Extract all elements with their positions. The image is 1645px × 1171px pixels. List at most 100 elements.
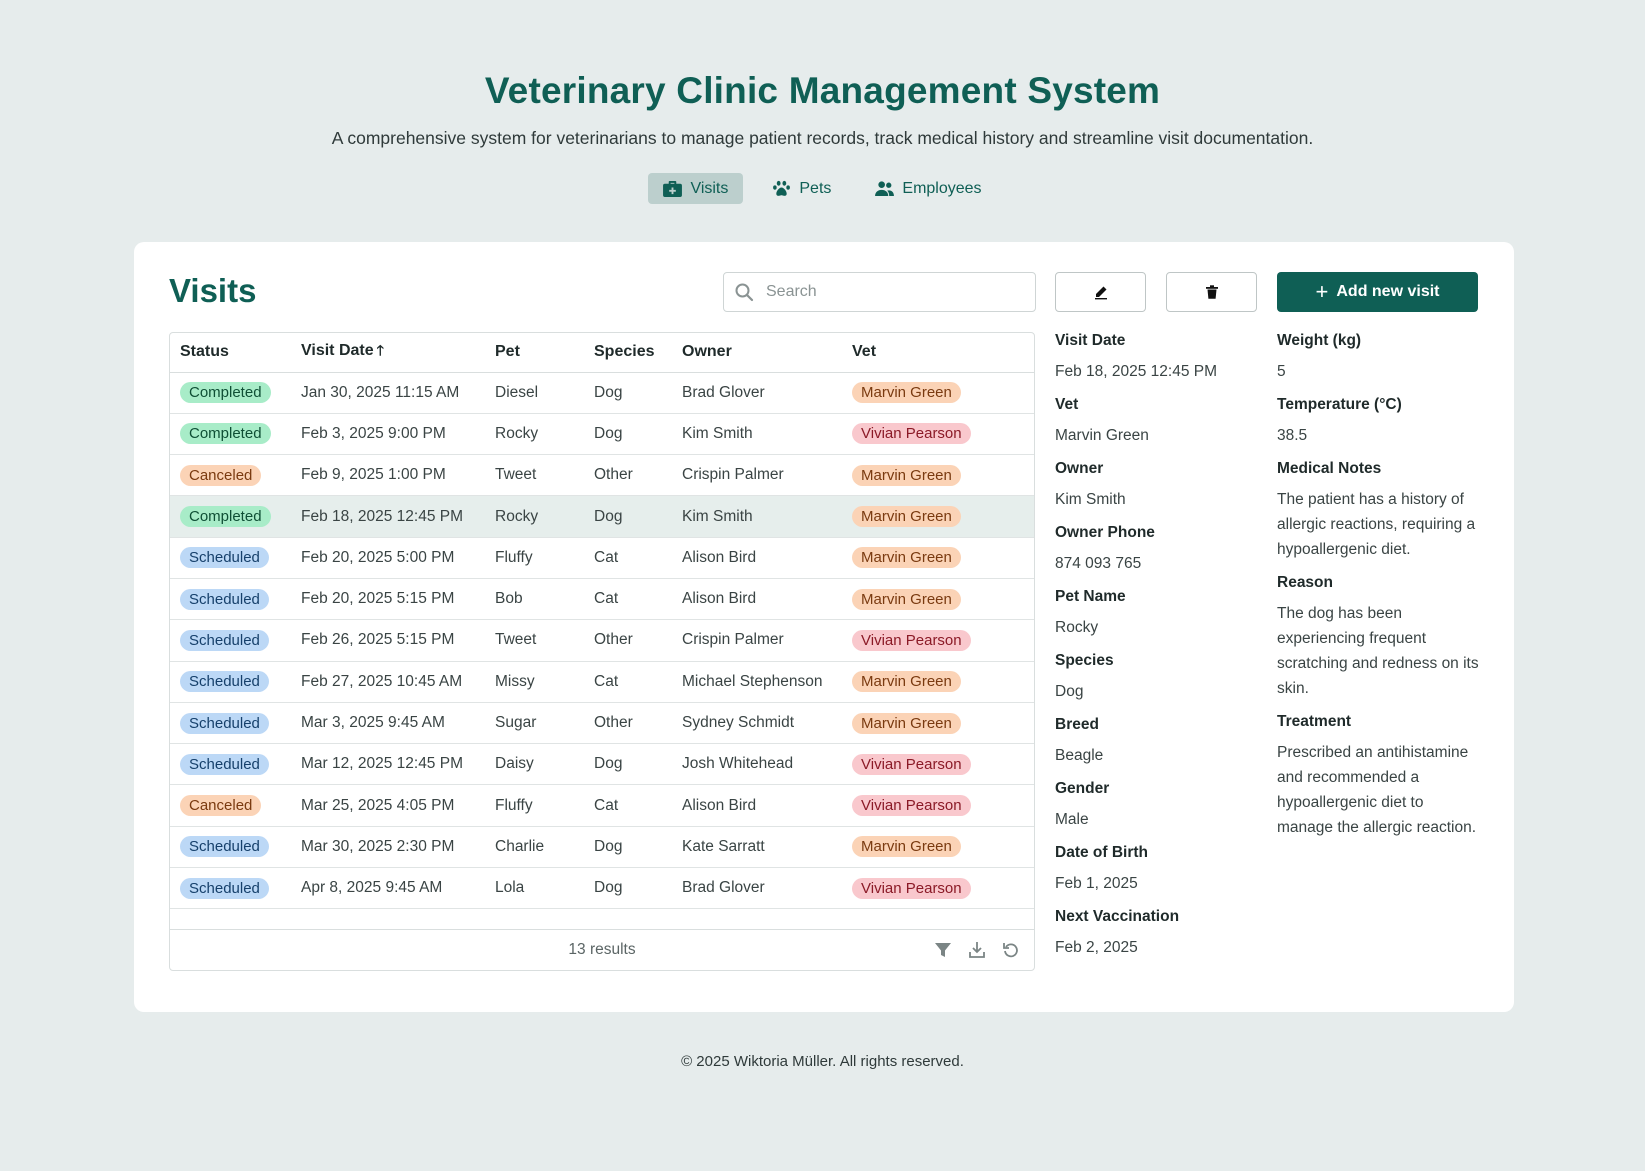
cell-owner: Kate Sarratt <box>672 826 842 869</box>
cell-visit-date: Feb 3, 2025 9:00 PM <box>291 413 485 456</box>
table-row[interactable]: Scheduled Feb 26, 2025 5:15 PM Tweet Other C… <box>170 619 1034 662</box>
column-header-owner[interactable]: Owner <box>672 333 842 373</box>
cell-pet: Missy <box>485 661 584 703</box>
cell-visit-date: Feb 27, 2025 10:45 AM <box>291 661 485 703</box>
table-row[interactable]: Completed Feb 3, 2025 9:00 PM Rocky Dog Kim … <box>170 413 1034 456</box>
table-row[interactable]: Scheduled Mar 12, 2025 12:45 PM Daisy Dog Jo… <box>170 743 1034 786</box>
cell-pet: Rocky <box>485 413 584 456</box>
detail-value: Feb 18, 2025 12:45 PM <box>1055 363 1218 380</box>
nav-item-employees[interactable]: Employees <box>860 173 996 204</box>
download-icon[interactable] <box>968 941 986 959</box>
results-count: 13 results <box>568 941 636 958</box>
detail-label: Pet Name <box>1055 588 1126 605</box>
table-row[interactable]: Scheduled Apr 8, 2025 9:45 AM Lola Dog Brad … <box>170 867 1034 910</box>
cell-vet: Marvin Green <box>842 702 1034 745</box>
cell-pet: Lola <box>485 867 584 910</box>
detail-value: Feb 1, 2025 <box>1055 875 1138 892</box>
table-row[interactable]: Canceled Mar 25, 2025 4:05 PM Fluffy Cat Ali… <box>170 784 1034 827</box>
detail-label: Vet <box>1055 396 1079 413</box>
status-badge: Scheduled <box>180 712 269 734</box>
table-row[interactable]: Scheduled Feb 27, 2025 10:45 AM Missy Cat Mi… <box>170 661 1034 703</box>
cell-vet: Vivian Pearson <box>842 784 1034 827</box>
column-header-visit-date[interactable]: Visit Date 🡑 <box>291 333 485 373</box>
cell-pet: Fluffy <box>485 784 584 827</box>
detail-label: Breed <box>1055 716 1099 733</box>
users-icon <box>875 181 895 197</box>
search-icon <box>735 283 754 302</box>
detail-label: Date of Birth <box>1055 844 1148 861</box>
search-box[interactable] <box>723 272 1036 312</box>
edit-button[interactable] <box>1055 272 1146 312</box>
cell-species: Dog <box>584 826 672 869</box>
cell-vet: Marvin Green <box>842 578 1034 621</box>
status-badge: Scheduled <box>180 753 269 775</box>
cell-pet: Daisy <box>485 743 584 786</box>
table-row[interactable]: Canceled Feb 9, 2025 1:00 PM Tweet Other Cri… <box>170 454 1034 497</box>
vet-badge: Vivian Pearson <box>852 423 971 445</box>
visit-details-primary: Visit Date Feb 18, 2025 12:45 PM Vet Marvin… <box>1055 332 1255 972</box>
status-badge: Completed <box>180 506 271 528</box>
cell-vet: Marvin Green <box>842 826 1034 869</box>
cell-pet: Sugar <box>485 702 584 745</box>
delete-button[interactable] <box>1166 272 1257 312</box>
vet-badge: Marvin Green <box>852 506 961 528</box>
nav-item-visits[interactable]: Visits <box>648 173 744 204</box>
cell-owner: Brad Glover <box>672 372 842 414</box>
cell-status: Scheduled <box>170 537 291 579</box>
cell-owner: Michael Stephenson <box>672 661 842 703</box>
sort-ascending-icon: 🡑 <box>376 342 384 359</box>
detail-value: Feb 2, 2025 <box>1055 939 1138 956</box>
filter-icon[interactable] <box>934 941 952 959</box>
plus-icon: + <box>1315 279 1329 304</box>
search-input[interactable] <box>766 283 1016 301</box>
cell-visit-date: Jan 30, 2025 11:15 AM <box>291 372 485 414</box>
table-row[interactable]: Scheduled Feb 20, 2025 5:00 PM Fluffy Cat Al… <box>170 537 1034 579</box>
cell-owner: Kim Smith <box>672 495 842 538</box>
cell-visit-date: Mar 30, 2025 2:30 PM <box>291 826 485 869</box>
reset-icon[interactable] <box>1002 941 1020 959</box>
detail-label: Gender <box>1055 780 1110 797</box>
nav-label: Employees <box>902 179 982 197</box>
cell-status: Scheduled <box>170 661 291 703</box>
detail-label: Owner <box>1055 460 1104 477</box>
column-header-pet[interactable]: Pet <box>485 333 584 373</box>
status-badge: Scheduled <box>180 877 269 899</box>
cell-vet: Vivian Pearson <box>842 413 1034 456</box>
cell-vet: Marvin Green <box>842 372 1034 414</box>
nav-item-pets[interactable]: Pets <box>757 173 846 204</box>
table-row[interactable]: Completed Feb 18, 2025 12:45 PM Rocky Dog Ki… <box>170 495 1034 538</box>
table-row[interactable]: Scheduled Feb 20, 2025 5:15 PM Bob Cat Aliso… <box>170 578 1034 621</box>
column-header-status[interactable]: Status <box>170 333 291 373</box>
cell-visit-date: Feb 20, 2025 5:00 PM <box>291 537 485 579</box>
cell-species: Dog <box>584 413 672 456</box>
detail-label: Weight (kg) <box>1277 332 1362 349</box>
cell-species: Dog <box>584 495 672 538</box>
cell-status: Scheduled <box>170 578 291 621</box>
cell-owner: Alison Bird <box>672 537 842 579</box>
cell-status: Completed <box>170 372 291 414</box>
cell-visit-date: Feb 26, 2025 5:15 PM <box>291 619 485 662</box>
detail-value: Male <box>1055 811 1089 828</box>
cell-pet: Charlie <box>485 826 584 869</box>
cell-visit-date: Feb 9, 2025 1:00 PM <box>291 454 485 497</box>
copyright: © 2025 Wiktoria Müller. All rights reser… <box>681 1053 964 1070</box>
cell-owner: Crispin Palmer <box>672 454 842 497</box>
status-badge: Scheduled <box>180 629 269 651</box>
table-row[interactable]: Completed Jan 30, 2025 11:15 AM Diesel Dog B… <box>170 372 1034 414</box>
cell-species: Cat <box>584 784 672 827</box>
table-row[interactable]: Scheduled Mar 30, 2025 2:30 PM Charlie Dog K… <box>170 826 1034 869</box>
cell-vet: Vivian Pearson <box>842 619 1034 662</box>
vet-badge: Marvin Green <box>852 464 961 486</box>
cell-species: Cat <box>584 661 672 703</box>
cell-species: Other <box>584 702 672 745</box>
add-visit-button[interactable]: + Add new visit <box>1277 272 1478 312</box>
column-header-species[interactable]: Species <box>584 333 672 373</box>
cell-visit-date: Feb 20, 2025 5:15 PM <box>291 578 485 621</box>
column-header-vet[interactable]: Vet <box>842 333 1034 373</box>
detail-label: Medical Notes <box>1277 460 1382 477</box>
cell-visit-date: Mar 12, 2025 12:45 PM <box>291 743 485 786</box>
nav-label: Pets <box>799 179 832 197</box>
app-subtitle: A comprehensive system for veterinarians… <box>331 128 1314 148</box>
vet-badge: Vivian Pearson <box>852 753 971 775</box>
table-row[interactable]: Scheduled Mar 3, 2025 9:45 AM Sugar Other Sy… <box>170 702 1034 745</box>
